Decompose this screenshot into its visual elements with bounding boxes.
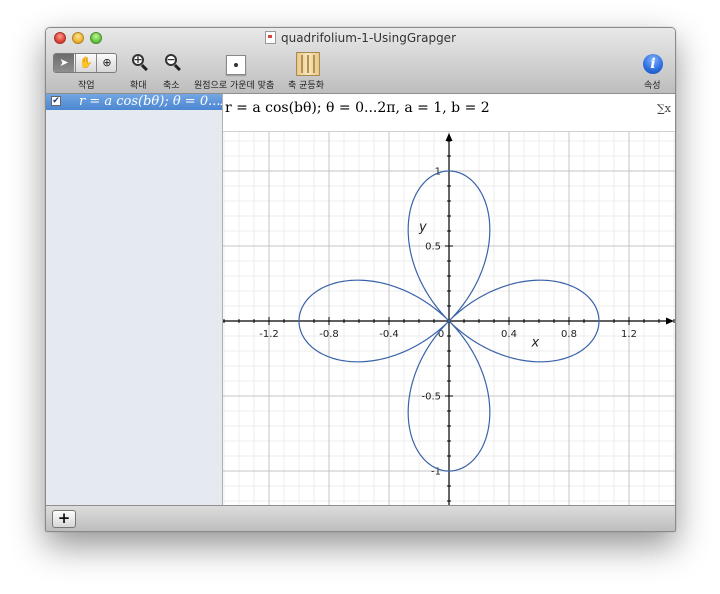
formula-bar[interactable]: r = a cos(bθ); θ = 0...2π, a = 1, b = 2 … xyxy=(223,94,675,132)
x-tick-label: 0.4 xyxy=(501,329,517,340)
zoom-tool-button[interactable]: ⊕ xyxy=(96,54,116,72)
window-title: quadrifolium-1-UsingGrapger xyxy=(46,31,675,45)
equalize-axes-button[interactable] xyxy=(296,52,320,76)
center-origin-label: 원점으로 가운데 맞춤 xyxy=(194,81,275,91)
equation-sidebar: ✔ r = a cos(bθ); θ = 0...2π, xyxy=(46,94,223,505)
x-tick-label: 0.8 xyxy=(561,329,577,340)
zoom-in-label: 확대 xyxy=(130,81,147,91)
properties-button[interactable]: i xyxy=(643,54,663,74)
arrow-icon: ➤ xyxy=(59,56,69,69)
x-tick-label: -0.4 xyxy=(379,329,399,340)
zoom-in-button[interactable]: + xyxy=(132,53,148,72)
equalize-axes-label: 축 균등화 xyxy=(288,81,324,91)
info-icon: i xyxy=(650,56,656,72)
bottom-bar: + xyxy=(46,505,675,531)
x-axis-arrow xyxy=(666,317,674,325)
center-origin-button[interactable] xyxy=(226,55,246,75)
plot-area[interactable]: -1.2-0.8-0.400.40.81.21.510.5-0.5-1-1.5 … xyxy=(223,132,675,505)
hand-tool-button[interactable]: ✋ xyxy=(75,54,96,72)
hand-icon: ✋ xyxy=(79,56,93,69)
window-title-text: quadrifolium-1-UsingGrapger xyxy=(280,31,456,45)
equation-row-text: r = a cos(bθ); θ = 0...2π, xyxy=(79,94,222,109)
app-window: quadrifolium-1-UsingGrapger ➤ ✋ ⊕ 작업 + 확… xyxy=(45,27,676,532)
sigma-button[interactable]: ∑x xyxy=(657,102,671,115)
y-axis-arrow xyxy=(445,133,453,141)
x-axis-label: x xyxy=(531,336,540,351)
y-axis-label: y xyxy=(418,220,427,235)
y-tick-label: -0.5 xyxy=(421,392,441,403)
equation-row[interactable]: ✔ r = a cos(bθ); θ = 0...2π, xyxy=(46,94,222,110)
properties-label: 속성 xyxy=(644,81,661,91)
zoom-out-label: 축소 xyxy=(163,81,180,91)
equation-visible-checkbox[interactable]: ✔ xyxy=(51,96,61,106)
x-tick-label: 1.2 xyxy=(621,329,637,340)
zoom-out-button[interactable]: − xyxy=(165,53,181,72)
formula-text: r = a cos(bθ); θ = 0...2π, a = 1, b = 2 xyxy=(225,100,490,116)
x-tick-label: -1.2 xyxy=(259,329,279,340)
title-bar: quadrifolium-1-UsingGrapger ➤ ✋ ⊕ 작업 + 확… xyxy=(46,28,675,94)
document-icon xyxy=(264,31,276,44)
x-tick-label: -0.8 xyxy=(319,329,339,340)
y-tick-label: 0.5 xyxy=(425,242,441,253)
tick-labels: -1.2-0.8-0.400.40.81.21.510.5-0.5-1-1.5 xyxy=(259,167,637,478)
work-label: 작업 xyxy=(78,81,95,91)
add-equation-button[interactable]: + xyxy=(52,510,76,528)
zoom-icon: ⊕ xyxy=(102,56,112,69)
arrow-tool-button[interactable]: ➤ xyxy=(54,54,74,72)
graph-canvas[interactable]: -1.2-0.8-0.400.40.81.21.510.5-0.5-1-1.5 … xyxy=(223,132,675,505)
tool-segmented-control: ➤ ✋ ⊕ xyxy=(53,53,117,73)
